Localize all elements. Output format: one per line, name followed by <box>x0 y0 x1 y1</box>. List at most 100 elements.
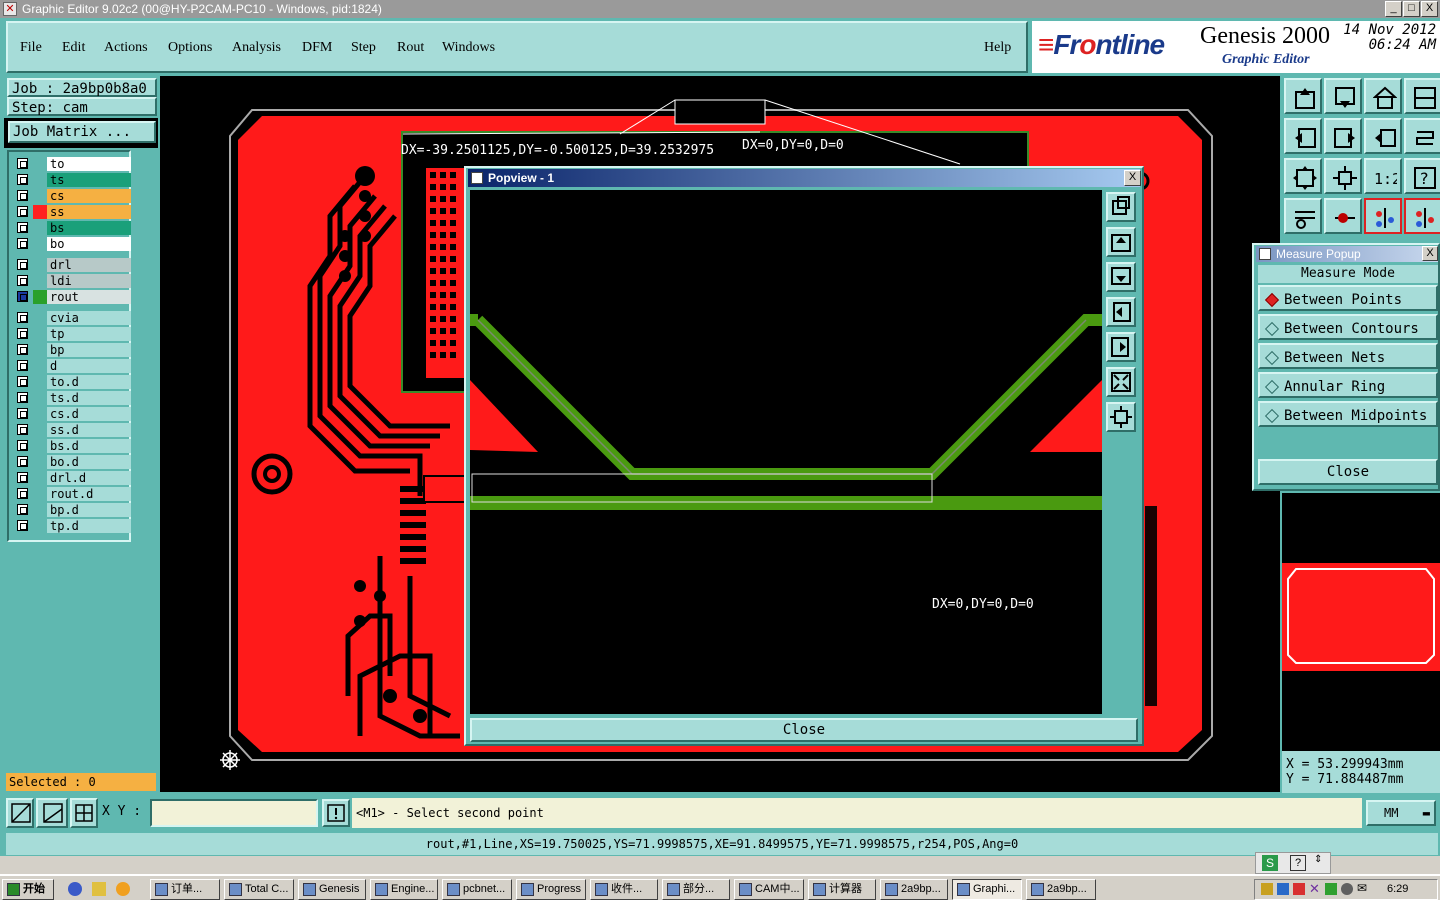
ime-help-icon[interactable]: ? <box>1290 855 1306 871</box>
layer-checkbox[interactable] <box>17 440 28 451</box>
layer-row-bo[interactable]: bo <box>13 237 131 251</box>
start-button[interactable]: 开始 <box>2 879 54 900</box>
layer-row-ts[interactable]: ts <box>13 173 131 187</box>
menu-rout[interactable]: Rout <box>397 40 424 56</box>
tool-pan-left-button[interactable] <box>1284 118 1322 154</box>
taskbar-item[interactable]: 订单... <box>150 879 220 900</box>
layer-row-tp-d[interactable]: tp.d <box>13 519 131 533</box>
layer-row-drl[interactable]: drl <box>13 258 131 272</box>
layer-row-ts-d[interactable]: ts.d <box>13 391 131 405</box>
taskbar-item[interactable]: Progress <box>516 879 586 900</box>
popview-zoom-out-button[interactable] <box>1106 402 1136 432</box>
layer-checkbox[interactable] <box>17 238 28 249</box>
measure-option-annular-ring[interactable]: Annular Ring <box>1258 372 1438 398</box>
tool-scale-1-2-button[interactable]: 1:2 <box>1364 158 1402 194</box>
layer-checkbox[interactable] <box>17 424 28 435</box>
layer-row-ss-d[interactable]: ss.d <box>13 423 131 437</box>
layer-row-d[interactable]: d <box>13 359 131 373</box>
tool-zoom-out-button[interactable] <box>1324 158 1362 194</box>
board-overview[interactable] <box>1282 563 1440 671</box>
measure-close-x[interactable]: X <box>1422 246 1438 261</box>
layer-row-ss[interactable]: ss <box>13 205 131 219</box>
tool-net-button[interactable] <box>1364 198 1402 234</box>
layer-checkbox[interactable] <box>17 472 28 483</box>
tool-home-up-button[interactable] <box>1284 78 1322 114</box>
layer-checkbox[interactable] <box>17 275 28 286</box>
tool-measure-ruler-button[interactable] <box>1284 198 1322 234</box>
popview-pan-up-button[interactable] <box>1106 227 1136 257</box>
layer-checkbox[interactable] <box>17 259 28 270</box>
desktop-icon[interactable] <box>92 882 106 896</box>
layer-checkbox[interactable] <box>17 158 28 169</box>
taskbar-item[interactable]: CAM中... <box>734 879 804 900</box>
tool-select-net-button[interactable] <box>1404 198 1440 234</box>
close-window-button[interactable]: X <box>1421 1 1438 17</box>
ime-arrows-icon[interactable]: ⇕ <box>1314 854 1322 865</box>
menu-step[interactable]: Step <box>351 40 376 56</box>
tool-split-view-button[interactable] <box>1404 78 1440 114</box>
layer-row-bo-d[interactable]: bo.d <box>13 455 131 469</box>
layer-row-cvia[interactable]: cvia <box>13 311 131 325</box>
layer-row-cs-d[interactable]: cs.d <box>13 407 131 421</box>
taskbar-item[interactable]: Graphi... <box>952 879 1022 900</box>
layer-row-rout-d[interactable]: rout.d <box>13 487 131 501</box>
layer-row-tp[interactable]: tp <box>13 327 131 341</box>
ie-icon[interactable] <box>68 882 82 896</box>
tool-pan-down-button[interactable] <box>1324 78 1362 114</box>
layer-checkbox[interactable] <box>17 376 28 387</box>
layer-checkbox[interactable] <box>17 312 28 323</box>
popview-close-button[interactable]: Close <box>470 718 1138 742</box>
measure-option-between-points[interactable]: Between Points <box>1258 285 1438 311</box>
tray-icon-6[interactable] <box>1341 883 1353 895</box>
minimize-button[interactable]: _ <box>1385 1 1402 17</box>
popview-pan-right-button[interactable] <box>1106 332 1136 362</box>
measure-option-between-midpoints[interactable]: Between Midpoints <box>1258 401 1438 427</box>
menu-help[interactable]: Help <box>984 40 1011 56</box>
taskbar-item[interactable]: 部分... <box>662 879 730 900</box>
popview-zoom-in-button[interactable] <box>1106 367 1136 397</box>
layer-checkbox[interactable] <box>17 520 28 531</box>
tray-icon-2[interactable] <box>1277 883 1289 895</box>
tool-pan-right-button[interactable] <box>1324 118 1362 154</box>
layer-checkbox[interactable] <box>17 456 28 467</box>
snap-mode-button-2[interactable] <box>36 798 68 828</box>
tray-icon-1[interactable] <box>1261 883 1273 895</box>
menu-actions[interactable]: Actions <box>104 40 148 56</box>
tray-icon-5[interactable] <box>1325 883 1337 895</box>
layer-checkbox[interactable] <box>17 328 28 339</box>
layer-checkbox[interactable] <box>17 360 28 371</box>
layer-checkbox[interactable] <box>17 344 28 355</box>
layer-row-to-d[interactable]: to.d <box>13 375 131 389</box>
layer-checkbox[interactable] <box>17 392 28 403</box>
xy-input[interactable] <box>150 799 318 827</box>
measure-close-button[interactable]: Close <box>1258 459 1438 485</box>
layer-row-rout[interactable]: rout <box>13 290 131 304</box>
taskbar-item[interactable]: 收件... <box>590 879 658 900</box>
ime-toolbar[interactable]: S ? ⇕ <box>1255 852 1331 874</box>
layer-row-ldi[interactable]: ldi <box>13 274 131 288</box>
layer-checkbox[interactable] <box>17 190 28 201</box>
measure-option-between-nets[interactable]: Between Nets <box>1258 343 1438 369</box>
media-icon[interactable] <box>116 882 130 896</box>
taskbar-item[interactable]: Genesis <box>298 879 366 900</box>
tray-icon-3[interactable] <box>1293 883 1305 895</box>
menu-analysis[interactable]: Analysis <box>232 40 281 56</box>
taskbar-item[interactable]: pcbnet... <box>442 879 512 900</box>
popview-canvas[interactable]: DX=0,DY=0,D=0 <box>470 190 1102 714</box>
layer-checkbox[interactable] <box>17 504 28 515</box>
taskbar-item[interactable]: Total C... <box>224 879 294 900</box>
tray-icon-4[interactable]: ✕ <box>1309 881 1320 897</box>
layer-checkbox[interactable] <box>17 206 28 217</box>
layer-checkbox[interactable] <box>17 222 28 233</box>
layer-checkbox[interactable] <box>17 291 28 302</box>
layer-checkbox[interactable] <box>17 174 28 185</box>
tool-mirror-button[interactable] <box>1364 118 1402 154</box>
menu-windows[interactable]: Windows <box>442 40 495 56</box>
popview-pan-left-button[interactable] <box>1106 297 1136 327</box>
layer-row-bp-d[interactable]: bp.d <box>13 503 131 517</box>
tool-rotate-button[interactable] <box>1404 118 1440 154</box>
menu-edit[interactable]: Edit <box>62 40 85 56</box>
layer-row-cs[interactable]: cs <box>13 189 131 203</box>
layer-row-to[interactable]: to <box>13 157 131 171</box>
taskbar-item[interactable]: 2a9bp... <box>880 879 948 900</box>
